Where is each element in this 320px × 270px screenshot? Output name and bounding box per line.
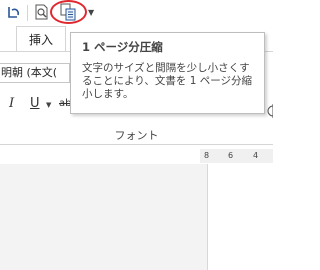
highlight-circle [50, 0, 87, 24]
italic-button[interactable]: I [9, 96, 14, 111]
font-name-combo[interactable]: 明朝 (本文( [0, 63, 70, 83]
undo-button[interactable] [3, 1, 25, 23]
toolbar-separator [27, 5, 28, 21]
horizontal-ruler: 8 6 4 [200, 149, 273, 163]
tab-insert[interactable]: 挿入 [16, 26, 66, 51]
tooltip-title: 1 ページ分圧縮 [82, 40, 163, 54]
tooltip-description: 文字のサイズと間隔を少し小さくすることにより、文書を 1 ページ分縮小します。 [82, 62, 253, 100]
quick-access-toolbar: ▼ [0, 0, 273, 26]
ruler-mark: 6 [228, 151, 234, 160]
ruler-mark: 8 [204, 151, 210, 160]
document-page[interactable] [207, 164, 274, 270]
ruler-mark: 4 [253, 151, 259, 160]
print-preview-icon [35, 4, 48, 20]
font-group-label: フォント [114, 129, 159, 142]
chevron-down-icon[interactable]: ▼ [88, 8, 94, 17]
undo-icon [8, 7, 19, 18]
tooltip: 1 ページ分圧縮 文字のサイズと間隔を少し小さくすることにより、文書を 1 ペー… [70, 32, 265, 114]
chevron-down-icon[interactable]: ▼ [46, 101, 51, 109]
underline-button[interactable]: U [30, 96, 40, 111]
